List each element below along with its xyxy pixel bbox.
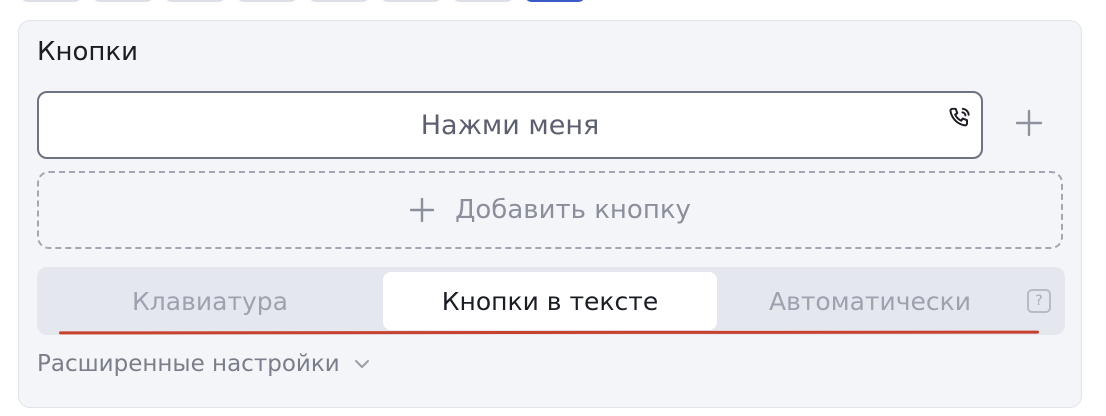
top-tab-active[interactable] — [524, 0, 586, 2]
tab-keyboard-label: Клавиатура — [132, 286, 288, 316]
plus-icon — [409, 197, 435, 223]
top-tab[interactable] — [452, 0, 514, 2]
chevron-down-icon — [354, 360, 369, 368]
buttons-card: Кнопки Нажми меня Добавить кнопку Клавиа… — [18, 20, 1082, 408]
tab-inline-buttons-label: Кнопки в тексте — [441, 286, 659, 316]
button-item-field[interactable]: Нажми меня — [37, 91, 983, 159]
top-tab[interactable] — [164, 0, 226, 2]
phone-icon[interactable] — [947, 105, 973, 131]
add-button[interactable]: Добавить кнопку — [37, 171, 1063, 249]
keyboard-mode-switch: Клавиатура Кнопки в тексте Автоматически… — [37, 267, 1065, 335]
card-title: Кнопки — [37, 37, 138, 67]
tab-inline-buttons[interactable]: Кнопки в тексте — [383, 272, 717, 330]
top-tab[interactable] — [92, 0, 154, 2]
button-item-label: Нажми меня — [420, 109, 600, 141]
top-tab[interactable] — [236, 0, 298, 2]
top-tab[interactable] — [308, 0, 370, 2]
tab-keyboard[interactable]: Клавиатура — [43, 272, 377, 330]
advanced-settings-toggle[interactable]: Расширенные настройки — [37, 351, 370, 377]
top-tab[interactable] — [20, 0, 82, 2]
advanced-settings-label: Расширенные настройки — [37, 351, 340, 377]
top-tab[interactable] — [380, 0, 442, 2]
tab-automatic-label: Автоматически — [769, 286, 971, 316]
add-button-label: Добавить кнопку — [455, 195, 691, 225]
tab-automatic[interactable]: Автоматически — [723, 272, 1017, 330]
add-row-plus-icon[interactable] — [1013, 107, 1045, 139]
help-icon[interactable]: ? — [1027, 289, 1051, 313]
